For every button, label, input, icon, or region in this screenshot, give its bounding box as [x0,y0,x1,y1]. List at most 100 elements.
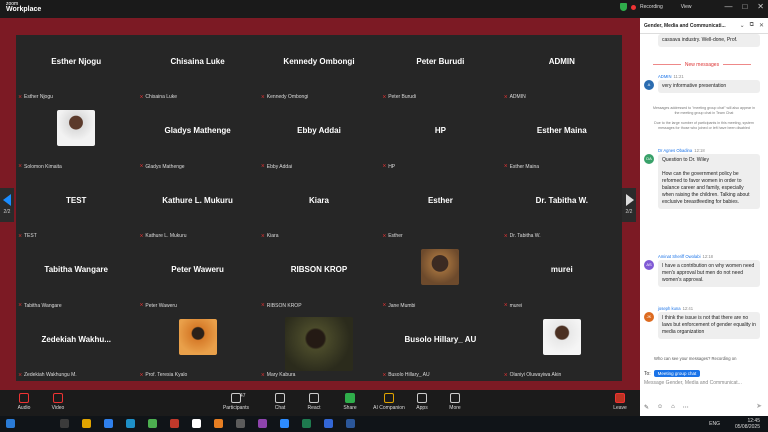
message-time: 12:18 [702,254,713,259]
popout-icon[interactable]: ⧉ [750,22,754,29]
participant-display-name: Kathure L. Mukuru [162,195,233,205]
participant-tile[interactable]: Kathure L. Mukuru ⨯ Kathure L. Mukuru [137,173,258,243]
participant-name-label: ⨯ Dr. Tabitha W. [504,233,541,239]
close-button[interactable]: ✕ [757,2,764,11]
attach-icon[interactable]: ⌂ [671,404,675,411]
who-can-see-note[interactable]: Who can see your messages? Recording on [654,356,736,361]
leave-button[interactable]: Leave [602,393,638,411]
participant-tile[interactable]: murei ⨯ murei [501,243,622,312]
microphone-muted-icon: ⨯ [18,163,23,170]
participant-tile[interactable]: ADMIN ⨯ ADMIN [501,35,622,104]
participant-tile[interactable]: Esther ⨯ Esther [380,173,501,243]
participant-tile[interactable]: ⨯ Mary Kabura [258,312,380,381]
participant-name: Kiara [266,233,279,240]
chat-button[interactable]: Chat [262,393,298,411]
participant-tile[interactable]: Peter Burudi ⨯ Peter Burudi [380,35,501,104]
ai-companion-label: AI Companion [373,405,405,411]
participant-tile[interactable]: ⨯ Jane Mumbi [380,243,501,312]
sender-name[interactable]: ADMIN [658,74,672,79]
participant-name: Ebby Addai [266,163,293,170]
video-button[interactable]: Video [40,393,76,411]
participant-tile[interactable]: TEST ⨯ TEST [16,173,137,243]
participant-name: TEST [24,233,37,240]
leave-label: Leave [613,405,627,411]
chevron-down-icon[interactable]: ⌄ [740,22,745,29]
participant-name-label: ⨯ Kiara [261,233,279,239]
participant-name-label: ⨯ Esther [382,233,402,239]
participant-display-name: Zedekiah Wakhu... [41,334,111,344]
audio-button[interactable]: Audio [6,393,42,411]
microphone-muted-icon: ⨯ [18,93,23,100]
apps-button[interactable]: Apps [404,393,440,411]
maximize-button[interactable]: □ [742,2,747,11]
next-page-button[interactable]: 2/2 [622,188,636,222]
taskbar-app-icon[interactable] [170,419,179,428]
app-logo: zoom Workplace [6,1,41,13]
taskbar-app-icon[interactable] [324,419,333,428]
taskbar-app-icon[interactable] [104,419,113,428]
participant-display-name: ADMIN [548,57,575,66]
participant-tile[interactable]: Kennedy Ombongi ⨯ Kennedy Ombongi [258,35,380,104]
participant-tile[interactable]: RIBSON KROP ⨯ RIBSON KROP [258,243,380,312]
start-icon[interactable] [6,419,15,428]
participant-tile[interactable]: Zedekiah Wakhu... ⨯ Zedekiah Wakhungu M. [16,312,137,381]
more-button[interactable]: More [437,393,473,411]
sender-name[interactable]: Aminat Sheriff Owolabi [658,254,701,259]
participant-tile[interactable]: ⨯ Olaniyi Oluwayiwa Akin [501,312,622,381]
taskbar-folder-icon[interactable] [82,419,91,428]
recipient-select[interactable]: Meeting group chat [653,370,701,377]
taskbar-app-icon[interactable] [214,419,223,428]
emoji-icon[interactable]: ☺ [657,404,663,411]
word-icon[interactable] [346,419,355,428]
participant-tile[interactable]: ⨯ Prof. Teresia Kyalo [137,312,258,381]
participant-tile[interactable]: ⨯ Solomon Kimaita [16,104,137,173]
participant-tile[interactable]: Kiara ⨯ Kiara [258,173,380,243]
message-input[interactable]: Message Gender, Media and Communicat... [644,380,762,386]
taskbar-app-icon[interactable] [148,419,157,428]
participant-name-label: ⨯ Prof. Teresia Kyalo [139,372,187,378]
participant-tile[interactable]: Esther Njogu ⨯ Esther Njogu [16,35,137,104]
system-tray[interactable]: ENG 12:45 05/08/2025 [709,418,760,430]
participant-tile[interactable]: Esther Maina ⨯ Esther Maina [501,104,622,173]
shield-icon[interactable] [620,3,627,11]
previous-message-fragment: cassava industry. Well-done, Prof. [658,34,760,47]
taskbar-app-icon[interactable] [258,419,267,428]
participant-name-label: ⨯ ADMIN [504,94,526,100]
participant-tile[interactable]: Tabitha Wangare ⨯ Tabitha Wangare [16,243,137,312]
participant-display-name: TEST [65,195,87,205]
taskbar-app-icon[interactable] [60,419,69,428]
more-options-icon[interactable]: ⋯ [683,404,689,411]
previous-page-button[interactable]: 2/2 [0,188,14,222]
chat-messages[interactable]: cassava industry. Well-done, Prof. New m… [640,34,768,364]
close-icon[interactable]: ✕ [759,22,764,29]
taskbar-app-icon[interactable] [126,419,135,428]
participant-tile[interactable]: HP ⨯ HP [380,104,501,173]
language-indicator[interactable]: ENG [709,421,720,427]
participant-tile[interactable]: Ebby Addai ⨯ Ebby Addai [258,104,380,173]
taskbar-app-icon[interactable] [302,419,311,428]
participant-tile[interactable]: Busolo Hillary_ AU ⨯ Busolo Hillary_ AU [380,312,501,381]
participant-tile[interactable]: Dr. Tabitha W. ⨯ Dr. Tabitha W. [501,173,622,243]
zoom-taskbar-icon[interactable] [280,419,289,428]
recording-icon [631,4,636,10]
format-icon[interactable]: ✎ [644,404,649,411]
view-button[interactable]: View [681,4,692,10]
participant-tile[interactable]: Gladys Mathenge ⨯ Gladys Mathenge [137,104,258,173]
participant-name-label: ⨯ Mary Kabura [261,372,296,378]
share-button[interactable]: Share [332,393,368,411]
sender-name[interactable]: Dr Agnes Obadina [658,148,692,153]
taskbar-app-icon[interactable] [192,419,201,428]
participants-button[interactable]: 47 Participants [218,393,254,411]
share-label: Share [343,405,357,411]
sender-name[interactable]: joseph kuna [658,306,681,311]
participant-tile[interactable]: Peter Waweru ⨯ Peter Waweru [137,243,258,312]
recording-label[interactable]: Recording [640,4,663,10]
page-indicator-right: 2/2 [625,209,633,215]
participant-tile[interactable]: Chisaina Luke ⨯ Chisaina Luke [137,35,258,104]
participant-video [421,249,460,286]
minimize-button[interactable]: — [724,2,732,11]
new-messages-divider: New messages [644,62,760,68]
react-button[interactable]: React [296,393,332,411]
taskbar-app-icon[interactable] [236,419,245,428]
send-icon[interactable]: ➤ [756,402,762,410]
